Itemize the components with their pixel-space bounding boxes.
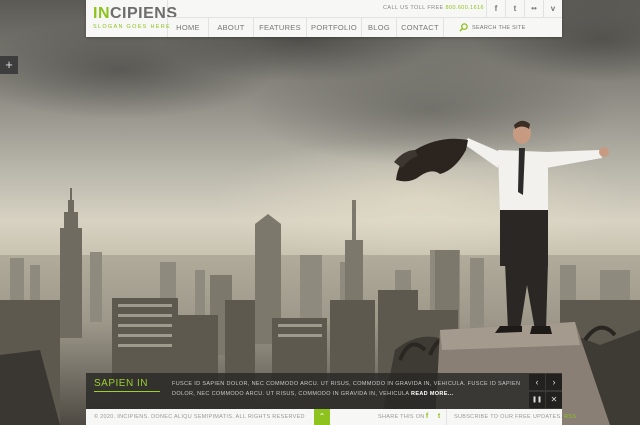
nav-item-contact[interactable]: CONTACT (397, 18, 444, 37)
site-logo[interactable]: INCIPIENS SLOGAN GOES HERE (86, 0, 177, 37)
site-footer: © 2020. INCIPIENS. DONEC ALIQU SEMIPIMAT… (86, 409, 576, 425)
flickr-icon[interactable]: •• (524, 0, 543, 18)
subscribe-text: SUBSCRIBE TO OUR FREE UPDATES. RSS (454, 414, 576, 420)
social-links: f t •• v (486, 0, 562, 18)
hero-background-image (0, 0, 640, 425)
slide-title-underline (94, 391, 160, 392)
nav-item-blog[interactable]: BLOG (362, 18, 397, 37)
main-navigation: HOME ABOUT FEATURES PORTFOLIO BLOG CONTA… (168, 18, 444, 37)
slide-title: SAPIEN IN (94, 378, 148, 389)
facebook-icon[interactable]: f (486, 0, 505, 18)
nav-item-about[interactable]: ABOUT (209, 18, 254, 37)
nav-item-features[interactable]: FEATURES (254, 18, 307, 37)
slide-text: FUSCE ID SAPIEN DOLOR, NEC COMMODO ARCU.… (172, 381, 521, 397)
nav-item-portfolio[interactable]: PORTFOLIO (307, 18, 362, 37)
copyright-text: © 2020. INCIPIENS. DONEC ALIQU SEMIPIMAT… (94, 414, 305, 420)
slide-caption: SAPIEN IN FUSCE ID SAPIEN DOLOR, NEC COM… (86, 373, 562, 409)
toll-free-label: CALL US TOLL FREE (383, 5, 444, 11)
search-icon[interactable] (459, 23, 468, 32)
share-label: SHARE THIS ON (378, 414, 425, 420)
search-box (456, 18, 562, 37)
side-panel-toggle[interactable]: + (0, 56, 18, 74)
subscribe-label: SUBSCRIBE TO OUR FREE UPDATES. (454, 414, 563, 420)
facebook-icon[interactable]: f (421, 409, 433, 425)
logo-slogan: SLOGAN GOES HERE (93, 24, 171, 30)
footer-divider (446, 409, 447, 425)
logo-prefix: IN (93, 5, 110, 22)
slide-close-button[interactable]: ✕ (546, 392, 562, 408)
twitter-icon[interactable]: t (505, 0, 524, 18)
toll-free-info: CALL US TOLL FREE 800.600.1616 (383, 5, 484, 11)
slide-prev-button[interactable]: ‹ (529, 374, 545, 390)
share-links: f t (421, 409, 445, 425)
slide-description: FUSCE ID SAPIEN DOLOR, NEC COMMODO ARCU.… (172, 379, 524, 399)
read-more-link[interactable]: READ MORE... (411, 391, 453, 397)
slide-next-button[interactable]: › (546, 374, 562, 390)
city-skyline-illustration (0, 120, 640, 425)
scroll-to-top-button[interactable]: ⌃ (314, 409, 330, 425)
rss-link[interactable]: RSS (564, 414, 576, 420)
toll-free-phone[interactable]: 800.600.1616 (446, 5, 484, 11)
site-header: INCIPIENS SLOGAN GOES HERE CALL US TOLL … (86, 0, 562, 37)
header-topbar: CALL US TOLL FREE 800.600.1616 f t •• v (168, 0, 562, 18)
vimeo-icon[interactable]: v (543, 0, 562, 18)
search-input[interactable] (472, 24, 557, 31)
slide-pause-button[interactable]: ❚❚ (529, 392, 545, 408)
nav-item-home[interactable]: HOME (168, 18, 209, 37)
twitter-icon[interactable]: t (433, 409, 445, 425)
